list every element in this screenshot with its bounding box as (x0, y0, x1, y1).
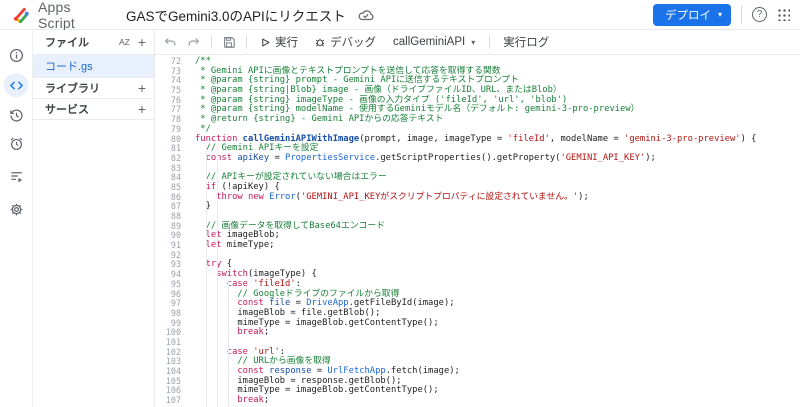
indent-guide (206, 145, 207, 407)
add-service-button[interactable]: + (138, 102, 146, 116)
function-selector[interactable]: callGeminiAPI ▾ (387, 34, 481, 50)
deploy-caret-icon: ▾ (717, 9, 722, 19)
services-section-header: サービス + (33, 99, 154, 120)
save-project-button[interactable] (220, 33, 238, 51)
undo-icon (164, 38, 176, 46)
editor-toolbar: 実行 デバッグ callGeminiAPI ▾ 実行ログ (155, 30, 800, 55)
apps-script-logo[interactable]: Apps Script (12, 0, 108, 31)
run-button[interactable]: 実行 (255, 32, 303, 52)
code-text: let mimeType; (205, 240, 275, 251)
alarm-clock-icon (10, 137, 22, 150)
redo-button[interactable] (185, 33, 203, 51)
sidebar-item-editor[interactable] (4, 73, 28, 97)
main-area: ファイル AZ + コード.gs ライブラリ + サービス + 実行 デバッグ … (0, 30, 800, 407)
add-file-button[interactable]: + (138, 35, 146, 49)
code-text: * @return {string} - Gemini APIからの応答テキスト (195, 114, 444, 125)
run-label: 実行 (275, 37, 298, 49)
code-line[interactable]: 91 let mimeType; (155, 240, 800, 251)
gear-icon (10, 203, 22, 215)
google-apps-grid-icon[interactable] (777, 8, 790, 21)
debug-button[interactable]: デバッグ (309, 32, 381, 52)
libraries-title: ライブラリ (45, 83, 100, 95)
execution-log-label: 実行ログ (503, 37, 550, 49)
editor-column: 実行 デバッグ callGeminiAPI ▾ 実行ログ 72/** 73 * … (155, 30, 800, 407)
code-line[interactable]: 107 break; (155, 395, 800, 406)
code-editor[interactable]: 72/** 73 * Gemini APIに画像とテキストプロンプトを送信して応答… (155, 55, 800, 407)
deploy-label: デプロイ (664, 9, 711, 22)
app-header: Apps Script GASでGemini3.0のAPIにリクエスト デプロイ… (0, 0, 800, 31)
files-panel-header: ファイル AZ + (33, 30, 154, 55)
help-icon[interactable]: ? (752, 7, 767, 22)
sidebar-item-settings[interactable] (4, 197, 28, 221)
sidebar-item-project-history[interactable] (4, 103, 28, 127)
code-text: break; (237, 327, 270, 338)
line-number: 107 (165, 395, 181, 406)
run-play-icon (262, 38, 270, 46)
libraries-section-header: ライブラリ + (33, 78, 154, 99)
logo-label: Apps Script (37, 0, 75, 31)
header-divider (741, 5, 742, 24)
code-line[interactable]: 87 } (155, 201, 800, 212)
save-icon (224, 37, 235, 48)
files-panel-title: ファイル (45, 37, 89, 49)
code-icon (9, 81, 23, 89)
apps-script-logo-icon (13, 7, 29, 23)
toolbar-divider (246, 35, 247, 49)
code-text: break; (237, 395, 270, 406)
debug-label: デバッグ (330, 37, 376, 49)
code-text: throw new Error('GEMINI_API_KEYがスクリプトプロパ… (216, 191, 589, 202)
code-lines: 72/** 73 * Gemini APIに画像とテキストプロンプトを送信して応答… (155, 56, 800, 406)
execution-log-button[interactable]: 実行ログ (498, 32, 554, 52)
code-line[interactable]: 86 throw new Error('GEMINI_API_KEYがスクリプト… (155, 191, 800, 203)
function-selector-caret-icon: ▾ (471, 37, 476, 47)
indent-guide (228, 280, 229, 407)
deploy-button[interactable]: デプロイ ▾ (652, 3, 731, 26)
debug-icon (315, 38, 325, 47)
services-title: サービス (45, 104, 89, 116)
add-library-button[interactable]: + (138, 81, 146, 95)
toolbar-divider (489, 35, 491, 49)
code-line[interactable]: 78 * @return {string} - Gemini APIからの応答テ… (155, 114, 800, 125)
code-text: const apiKey = PropertiesService.getScri… (205, 152, 656, 163)
function-selector-value: callGeminiAPI (393, 36, 466, 48)
indent-guide (217, 145, 218, 407)
executions-list-icon (10, 171, 22, 182)
cloud-saved-icon (358, 8, 374, 21)
project-title[interactable]: GASでGemini3.0のAPIにリクエスト (126, 5, 346, 25)
code-line[interactable]: 92 (155, 250, 800, 261)
files-panel: ファイル AZ + コード.gs ライブラリ + サービス + (33, 30, 155, 407)
file-name: コード.gs (45, 61, 93, 73)
redo-icon (188, 38, 200, 46)
sidebar-item-triggers[interactable] (4, 131, 28, 155)
sidebar-item-executions[interactable] (4, 164, 28, 188)
info-icon (9, 48, 23, 62)
sort-az-icon[interactable]: AZ (119, 37, 130, 47)
toolbar-divider (211, 35, 212, 49)
left-icon-rail (0, 30, 33, 407)
code-line[interactable]: 100 break; (155, 327, 800, 338)
sidebar-item-overview[interactable] (4, 43, 28, 67)
history-clock-icon (9, 108, 23, 121)
undo-button[interactable] (161, 33, 179, 51)
file-item-code-gs[interactable]: コード.gs (33, 55, 154, 78)
code-line[interactable]: 82 const apiKey = PropertiesService.getS… (155, 152, 800, 164)
